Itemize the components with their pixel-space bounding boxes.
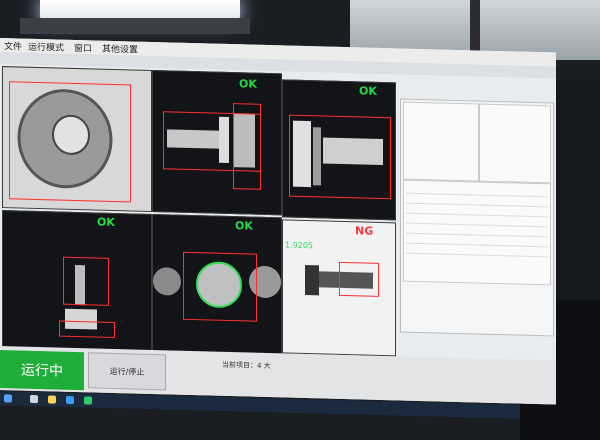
camera-view-screw-ng: NG 1.9205 — [282, 219, 396, 357]
camera-view-screw-side: OK — [152, 69, 282, 216]
detection-box — [9, 81, 131, 203]
detection-box — [289, 114, 391, 200]
stats-box — [403, 101, 479, 182]
menu-item-file[interactable]: 文件 — [4, 39, 22, 52]
camera-view-screw-top: OK — [2, 210, 152, 352]
current-item-text: 当前项目：4 大 — [222, 360, 271, 371]
detection-box — [59, 320, 115, 339]
lamp-frame — [20, 18, 250, 34]
results-table — [403, 179, 551, 286]
detection-box — [63, 256, 109, 306]
ok-status: OK — [235, 219, 253, 233]
detection-box — [339, 261, 379, 297]
menu-item-window[interactable]: 窗口 — [74, 41, 92, 54]
ok-status: OK — [239, 77, 257, 91]
run-status-button[interactable]: 运行中 — [0, 350, 84, 391]
monitor-screen: 文件 运行模式 窗口 其他设置 OK OK OK OK NG 1.9205 当前… — [0, 38, 556, 405]
measurement-value: 1.9205 — [285, 240, 313, 251]
menu-item-run-mode[interactable]: 运行模式 — [28, 40, 64, 54]
folder-icon[interactable] — [48, 395, 56, 404]
stats-box — [479, 103, 551, 184]
ng-status: NG — [355, 224, 374, 238]
detection-box — [233, 103, 261, 190]
browser-icon[interactable] — [66, 395, 74, 405]
start-icon[interactable] — [4, 394, 12, 403]
ok-status: OK — [97, 215, 115, 230]
search-icon[interactable] — [30, 394, 38, 404]
detection-box — [183, 251, 257, 322]
camera-view-washer — [2, 66, 152, 212]
results-panel — [400, 98, 554, 337]
run-stop-button[interactable]: 运行/停止 — [88, 352, 166, 391]
camera-view-screw-heads: OK — [152, 213, 282, 356]
menu-item-settings[interactable]: 其他设置 — [102, 42, 138, 56]
camera-view-screw-vertical: OK — [282, 79, 396, 221]
app-icon[interactable] — [84, 396, 92, 405]
ok-status: OK — [359, 84, 377, 98]
